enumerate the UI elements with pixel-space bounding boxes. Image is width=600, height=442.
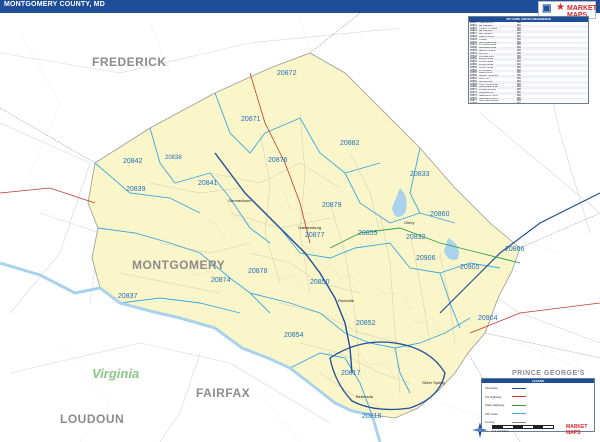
zip-label-20855[interactable]: 20855 bbox=[358, 230, 377, 237]
zip-table-cell-st: MD bbox=[517, 102, 521, 104]
zip-label-20838[interactable]: 20838 bbox=[165, 155, 182, 161]
zip-label-20860[interactable]: 20860 bbox=[430, 211, 449, 218]
zip-cross-reference-table: ZIP CODE CROSS REFERENCE 20812 GLEN ECHO M… bbox=[468, 16, 589, 104]
zip-label-20837[interactable]: 20837 bbox=[118, 293, 137, 300]
scale-label: 0 2 4 6 Miles bbox=[492, 429, 510, 433]
zip-table-body: 20812 GLEN ECHO MD 20814 BETHESDA MD 20815 CHEV… bbox=[469, 21, 588, 104]
zip-label-20876[interactable]: 20876 bbox=[268, 157, 287, 164]
zip-label-20866[interactable]: 20866 bbox=[505, 246, 524, 253]
zip-label-20874[interactable]: 20874 bbox=[211, 277, 230, 284]
legend-heading: LEGEND bbox=[482, 379, 594, 383]
place-label-olney: Olney bbox=[404, 220, 415, 225]
page-title: MONTGOMERY COUNTY, MD bbox=[4, 1, 106, 8]
zip-label-20871[interactable]: 20871 bbox=[241, 116, 260, 123]
logo-map-icon: ▣ bbox=[542, 3, 552, 14]
region-label-frederick: FREDERICK bbox=[92, 55, 167, 69]
zip-label-20842[interactable]: 20842 bbox=[123, 158, 142, 165]
zip-label-20905[interactable]: 20905 bbox=[460, 264, 479, 271]
compass-rose-icon bbox=[472, 422, 488, 438]
region-label-fairfax: FAIRFAX bbox=[196, 386, 251, 400]
zip-label-20879[interactable]: 20879 bbox=[322, 202, 341, 209]
zip-label-20841[interactable]: 20841 bbox=[198, 180, 217, 187]
zip-label-20906[interactable]: 20906 bbox=[416, 255, 435, 262]
zip-label-20852[interactable]: 20852 bbox=[356, 320, 375, 327]
zip-label-20832[interactable]: 20832 bbox=[406, 234, 425, 241]
region-label-loudoun: LOUDOUN bbox=[60, 412, 125, 426]
title-bar: MONTGOMERY COUNTY, MD bbox=[0, 0, 600, 13]
zip-label-20882[interactable]: 20882 bbox=[340, 140, 359, 147]
zip-table-cell-zip: 20878 bbox=[470, 102, 477, 104]
place-label-germantown: Germantown bbox=[228, 198, 251, 203]
state-label-virginia: Virginia bbox=[92, 366, 140, 381]
zip-label-20854[interactable]: 20854 bbox=[284, 332, 303, 339]
place-label-silver-spring: Silver Spring bbox=[422, 380, 445, 385]
zip-label-20817[interactable]: 20817 bbox=[341, 370, 360, 377]
legend-label-interstate: Interstate bbox=[485, 386, 498, 390]
zip-label-20850[interactable]: 20850 bbox=[310, 279, 329, 286]
legend-label-zip-boundary: ZIP Code bbox=[485, 411, 498, 416]
zip-label-20877[interactable]: 20877 bbox=[305, 232, 324, 239]
zip-label-20878[interactable]: 20878 bbox=[248, 268, 267, 275]
zip-label-20839[interactable]: 20839 bbox=[126, 186, 145, 193]
legend-swatch-us-highway bbox=[512, 396, 526, 397]
zip-label-20904[interactable]: 20904 bbox=[478, 315, 497, 322]
scale-bar: 0 2 4 6 Miles bbox=[492, 421, 560, 435]
brand-footer: MARKET MAPS bbox=[566, 421, 596, 437]
legend-swatch-state-highway bbox=[512, 404, 526, 406]
legend-label-us-highway: US Highway bbox=[485, 394, 502, 399]
region-label-montgomery: MONTGOMERY bbox=[132, 258, 226, 272]
map-frame: MONTGOMERY COUNTY, MD ▣ ★ MARKET MAPS 20… bbox=[0, 0, 600, 442]
place-label-gaithersburg: Gaithersburg bbox=[298, 225, 322, 230]
zip-label-20872[interactable]: 20872 bbox=[277, 70, 296, 77]
brand-footer-name: MARKET MAPS bbox=[566, 424, 588, 436]
zip-table-cell-city: GAITHERSBURG bbox=[479, 103, 517, 104]
legend-swatch-zip-boundary bbox=[512, 413, 526, 414]
zip-label-20816[interactable]: 20816 bbox=[362, 413, 381, 420]
zip-table-row: 20878GAITHERSBURGMD bbox=[470, 102, 521, 104]
logo-star-icon: ★ bbox=[556, 2, 565, 13]
region-label-prince-georges: PRINCE GEORGE'S bbox=[512, 370, 585, 377]
legend-swatch-interstate bbox=[512, 387, 526, 389]
place-label-bethesda: Bethesda bbox=[356, 394, 373, 399]
legend-label-state-highway: State Highway bbox=[485, 403, 505, 407]
place-label-rockville: Rockville bbox=[338, 298, 355, 303]
zip-label-20833[interactable]: 20833 bbox=[410, 171, 429, 178]
